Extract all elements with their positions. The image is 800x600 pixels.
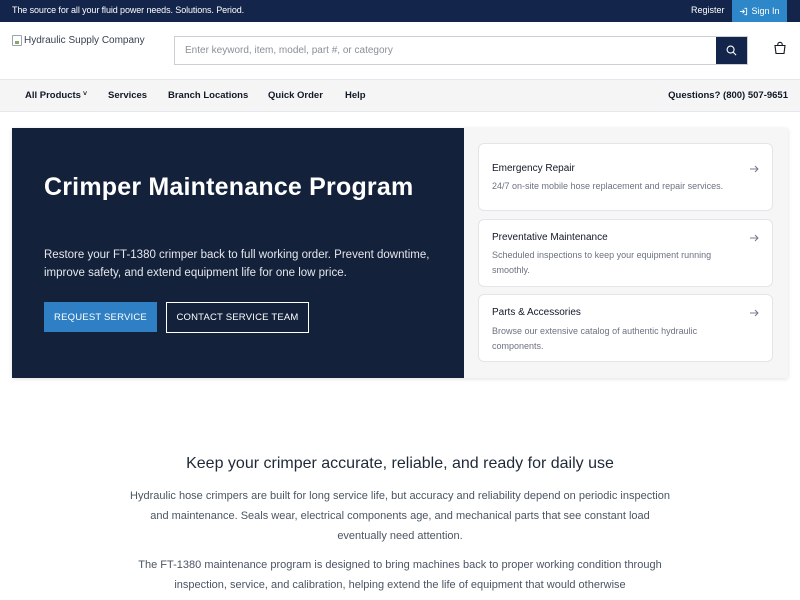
nav-item-services[interactable]: Services [108,90,147,101]
broken-image-icon [12,35,22,46]
hero-description: Restore your FT-1380 crimper back to ful… [44,249,430,279]
body-paragraph: Hydraulic hose crimpers are built for lo… [130,490,670,542]
contact-service-team-button[interactable]: CONTACT SERVICE TEAM [166,302,309,333]
site-header: Hydraulic Supply Company [0,22,800,79]
request-service-button[interactable]: REQUEST SERVICE [44,302,157,332]
service-card-emergency-repair[interactable]: Emergency Repair 24/7 on-site mobile hos… [478,143,773,211]
card-description: Browse our extensive catalog of authenti… [492,326,698,351]
arrow-right-icon [750,234,759,242]
service-card-parts-accessories[interactable]: Parts & Accessories Browse our extensive… [478,294,773,362]
tagline: The source for all your fluid power need… [12,5,245,15]
nav-item-all-products[interactable]: All Products ˅ [25,90,87,101]
arrow-right-icon [750,309,759,317]
nav-item-label: All Products [25,90,81,101]
register-link[interactable]: Register [691,5,725,15]
card-description: 24/7 on-site mobile hose replacement and… [492,181,724,191]
hero-title: Crimper Maintenance Program [44,173,414,201]
chevron-down-icon: ˅ [82,91,88,98]
service-card-preventative-maintenance[interactable]: Preventative Maintenance Scheduled inspe… [478,219,773,287]
company-logo[interactable]: Hydraulic Supply Company [12,35,145,46]
hero-banner: Crimper Maintenance Program Restore your… [12,128,464,378]
main-navigation: All Products ˅ Services Branch Locations … [0,79,800,112]
arrow-right-icon [750,165,759,173]
card-title: Parts & Accessories [492,307,581,318]
sign-in-icon [740,7,748,15]
body-paragraph: The FT-1380 maintenance program is desig… [138,559,662,591]
top-announcement-bar: The source for all your fluid power need… [0,0,800,22]
card-description: Scheduled inspections to keep your equip… [492,250,712,275]
nav-item-branch-locations[interactable]: Branch Locations [168,90,248,101]
shopping-bag-icon[interactable] [773,41,787,55]
search-bar [174,36,748,65]
sign-in-button[interactable]: Sign In [732,0,787,22]
sign-in-label: Sign In [751,6,780,16]
nav-item-quick-order[interactable]: Quick Order [268,90,323,101]
card-title: Emergency Repair [492,163,575,174]
logo-alt-text: Hydraulic Supply Company [24,35,145,46]
nav-item-help[interactable]: Help [345,90,366,101]
search-input[interactable] [175,37,717,64]
section-heading: Keep your crimper accurate, reliable, an… [186,455,614,472]
search-icon [726,45,737,56]
hero-section: Crimper Maintenance Program Restore your… [12,128,788,378]
card-title: Preventative Maintenance [492,232,608,243]
phone-link[interactable]: Questions? (800) 507-9651 [668,90,788,101]
search-button[interactable] [716,37,747,64]
